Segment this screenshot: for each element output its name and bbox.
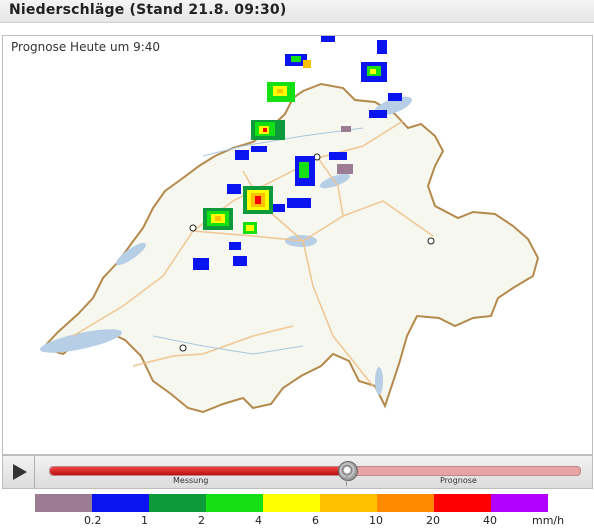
legend-swatch xyxy=(320,494,377,512)
city-marker-icon xyxy=(179,344,187,352)
forecast-label: Prognose xyxy=(440,476,477,485)
legend-swatch xyxy=(263,494,320,512)
legend-tick-label: 10 xyxy=(369,514,383,527)
country-outline xyxy=(41,82,540,414)
page-title: Niederschläge (Stand 21.8. 09:30) xyxy=(9,2,287,18)
legend-tick-label: 20 xyxy=(426,514,440,527)
legend-tick-label: 6 xyxy=(312,514,319,527)
timeline-divider xyxy=(345,474,347,486)
precipitation-map[interactable]: Prognose Heute um 9:40 xyxy=(2,35,593,455)
legend-swatch xyxy=(434,494,491,512)
legend-swatch xyxy=(377,494,434,512)
city-marker-icon xyxy=(427,237,435,245)
lake-maggiore xyxy=(375,367,383,395)
legend-swatch xyxy=(35,494,92,512)
legend-unit-label: mm/h xyxy=(532,514,565,527)
legend-swatch xyxy=(92,494,149,512)
play-button[interactable] xyxy=(3,456,35,488)
timeline-handle[interactable] xyxy=(337,461,358,481)
timeline-slider[interactable] xyxy=(49,461,581,481)
forecast-caption: Prognose Heute um 9:40 xyxy=(11,40,161,54)
legend-swatch xyxy=(491,494,548,512)
legend-swatch xyxy=(206,494,263,512)
legend-swatch xyxy=(149,494,206,512)
play-icon xyxy=(13,464,27,480)
legend-tick-label: 0.2 xyxy=(84,514,102,527)
playback-controls: Messung Prognose xyxy=(2,455,593,489)
legend-tick-label: 40 xyxy=(483,514,497,527)
map-graphic[interactable] xyxy=(3,36,592,454)
timeline-progress xyxy=(50,467,347,475)
legend-tick-label: 1 xyxy=(141,514,148,527)
legend-tick-label: 2 xyxy=(198,514,205,527)
city-marker-icon xyxy=(189,224,197,232)
title-bar: Niederschläge (Stand 21.8. 09:30) xyxy=(0,0,594,23)
legend-tick-label: 4 xyxy=(255,514,262,527)
measurement-label: Messung xyxy=(173,476,209,485)
